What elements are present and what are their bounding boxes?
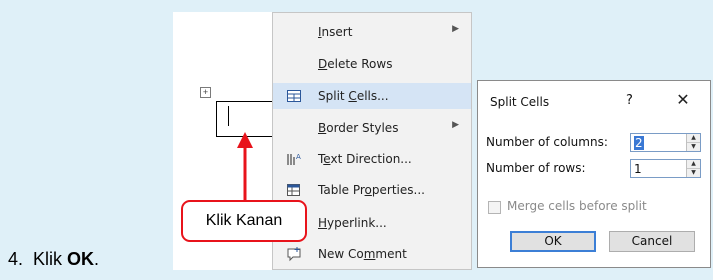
columns-label: Number of columns:	[486, 135, 608, 149]
menu-item-label: Border Styles	[318, 121, 399, 135]
merge-checkbox[interactable]	[488, 201, 501, 214]
rows-value[interactable]: 1	[634, 162, 642, 176]
rows-spinner[interactable]: 1 ▲ ▼	[630, 159, 701, 178]
step-number: 4.	[8, 249, 24, 269]
menu-item-label: Split Cells...	[318, 89, 389, 103]
close-icon[interactable]: ✕	[673, 90, 693, 109]
spin-up-icon[interactable]: ▲	[687, 134, 700, 143]
help-button[interactable]: ?	[626, 93, 633, 108]
text-direction-icon: A	[286, 151, 302, 167]
submenu-arrow-icon: ▶	[452, 24, 459, 34]
menu-item-label: New Comment	[318, 247, 407, 261]
spin-down-icon[interactable]: ▼	[687, 143, 700, 151]
menu-item-text-direction[interactable]: A Text Direction...	[273, 146, 471, 172]
split-cells-icon	[286, 88, 302, 104]
columns-value[interactable]: 2	[634, 136, 644, 150]
dialog-title: Split Cells	[490, 95, 550, 109]
menu-item-label: Table Properties...	[318, 183, 425, 197]
spin-down-icon[interactable]: ▼	[687, 169, 700, 177]
step-instruction: 4. Klik OK.	[8, 249, 99, 270]
step-bold-ok: OK	[67, 249, 95, 269]
menu-item-label: Delete Rows	[318, 57, 393, 71]
annotation-arrow	[237, 132, 253, 200]
menu-item-split-cells[interactable]: Split Cells...	[273, 83, 471, 109]
rows-label: Number of rows:	[486, 161, 586, 175]
step-text: Klik	[33, 249, 68, 269]
svg-text:A: A	[296, 153, 301, 161]
columns-spinner[interactable]: 2 ▲ ▼	[630, 133, 701, 152]
menu-item-border-styles[interactable]: Border Styles ▶	[273, 115, 471, 141]
rows-spinner-buttons: ▲ ▼	[686, 160, 700, 177]
annotation-callout: Klik Kanan	[181, 200, 307, 242]
menu-item-insert[interactable]: Insert ▶	[273, 19, 471, 45]
menu-item-table-properties[interactable]: Table Properties...	[273, 177, 471, 203]
move-cross-icon[interactable]: +	[200, 87, 211, 98]
new-comment-icon	[286, 246, 302, 262]
spin-up-icon[interactable]: ▲	[687, 160, 700, 169]
submenu-arrow-icon: ▶	[452, 120, 459, 130]
menu-item-new-comment[interactable]: New Comment	[273, 241, 471, 267]
menu-item-label: Text Direction...	[318, 152, 412, 166]
cancel-button[interactable]: Cancel	[609, 231, 695, 252]
ok-button[interactable]: OK	[510, 231, 596, 252]
columns-spinner-buttons: ▲ ▼	[686, 134, 700, 151]
split-cells-dialog: Split Cells ? ✕ Number of columns: 2 ▲ ▼…	[477, 80, 711, 268]
menu-item-delete-rows[interactable]: Delete Rows	[273, 51, 471, 77]
menu-item-label: Insert	[318, 25, 353, 39]
table-properties-icon	[286, 182, 302, 198]
menu-item-label: Hyperlink...	[318, 216, 387, 230]
step-period: .	[94, 249, 100, 269]
merge-checkbox-label: Merge cells before split	[507, 199, 647, 213]
text-cursor	[228, 106, 229, 126]
